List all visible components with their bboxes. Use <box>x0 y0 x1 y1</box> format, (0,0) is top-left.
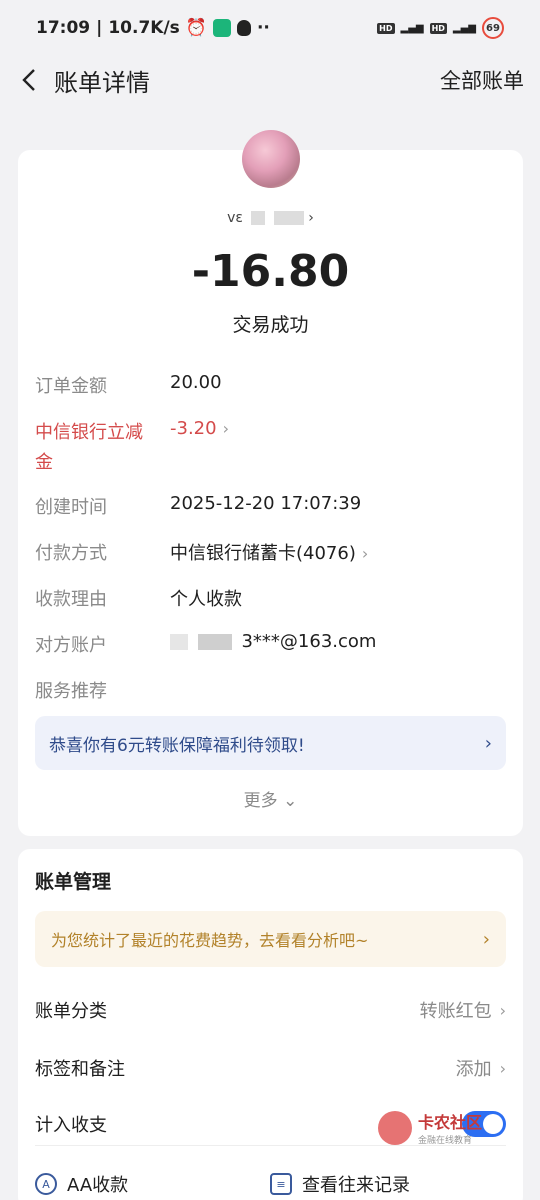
chevron-right-icon: › <box>222 419 229 438</box>
shield-icon <box>212 19 231 37</box>
detail-value: 20.00 <box>170 372 222 393</box>
detail-label: 创建时间 <box>35 497 107 518</box>
back-button[interactable] <box>16 66 44 94</box>
bottom-actions: A AA收款 ≡ 查看往来记录 <box>35 1171 506 1197</box>
chevron-down-icon: ⌄ <box>283 791 298 811</box>
counterparty-value: 3***@163.com <box>241 631 377 652</box>
aa-collect-button[interactable]: A AA收款 <box>35 1171 270 1197</box>
watermark: 卡农社区 金融在线教育 <box>378 1109 482 1146</box>
detail-label: 对方账户 <box>35 635 107 656</box>
chevron-right-icon: › <box>484 732 492 754</box>
row-label: 计入收支 <box>35 1115 107 1136</box>
detail-label: 订单金额 <box>35 376 107 397</box>
action-label: 查看往来记录 <box>302 1175 410 1196</box>
transaction-card: vε › -16.80 交易成功 订单金额 20.00 中信银行立减金 -3.2… <box>18 130 523 836</box>
detail-value: 3***@163.com <box>170 631 376 652</box>
detail-label: 收款理由 <box>35 589 107 610</box>
payee-avatar[interactable] <box>242 130 300 188</box>
signal-icon: ▂▄▆ <box>400 22 424 34</box>
tags-notes-row[interactable]: 标签和备注 添加 › <box>35 1055 506 1081</box>
status-bar: 17:09 | 10.7K/s ⏰ ·· HD ▂▄▆ HD ▂▄▆ 69 <box>0 0 540 56</box>
promo-banner[interactable]: 恭喜你有6元转账保障福利待领取! › <box>35 716 506 770</box>
all-bills-link[interactable]: 全部账单 <box>440 65 524 95</box>
qq-icon <box>236 20 251 36</box>
detail-label: 服务推荐 <box>35 681 107 702</box>
divider <box>35 1145 506 1146</box>
status-separator: | <box>96 18 103 38</box>
watermark-title: 卡农社区 <box>418 1113 483 1132</box>
detail-value: -3.20 › <box>170 418 229 439</box>
masked-account <box>170 634 188 650</box>
tip-text: 为您统计了最近的花费趋势，去看看分析吧~ <box>51 931 369 950</box>
detail-value: 2025-12-20 17:07:39 <box>170 493 362 514</box>
detail-value: 中信银行储蓄卡(4076) › <box>170 539 368 565</box>
masked-name-2 <box>273 211 304 225</box>
transaction-status: 交易成功 <box>232 314 309 336</box>
status-time: 17:09 <box>36 18 91 38</box>
masked-name <box>251 211 266 225</box>
back-arrow-icon <box>22 69 35 91</box>
promo-text: 恭喜你有6元转账保障福利待领取! <box>49 735 305 756</box>
row-value: 添加 <box>455 1059 492 1080</box>
detail-value: 个人收款 <box>170 589 242 610</box>
detail-label: 付款方式 <box>35 543 107 564</box>
row-label: 标签和备注 <box>35 1059 125 1080</box>
chevron-right-icon: › <box>482 928 490 950</box>
spending-tip-banner[interactable]: 为您统计了最近的花费趋势，去看看分析吧~ › <box>35 911 506 967</box>
payment-method-value: 中信银行储蓄卡(4076) <box>170 543 356 564</box>
alarm-icon: ⏰ <box>185 18 207 38</box>
detail-label: 中信银行立减金 <box>35 422 143 473</box>
amount: -16.80 <box>191 246 350 297</box>
watermark-logo-icon <box>378 1110 412 1145</box>
management-card: 账单管理 为您统计了最近的花费趋势，去看看分析吧~ › 账单分类 转账红包 › … <box>18 849 523 1200</box>
page-title: 账单详情 <box>54 68 150 97</box>
chevron-right-icon: › <box>499 1058 506 1078</box>
management-title: 账单管理 <box>35 871 112 893</box>
chevron-right-icon: › <box>308 210 314 226</box>
battery-icon: 69 <box>482 17 504 39</box>
masked-account-2 <box>197 634 232 650</box>
action-label: AA收款 <box>67 1175 129 1196</box>
view-records-button[interactable]: ≡ 查看往来记录 <box>270 1171 505 1197</box>
category-row[interactable]: 账单分类 转账红包 › <box>35 997 506 1023</box>
row-label: 账单分类 <box>35 1001 107 1022</box>
hd-icon: HD <box>377 22 395 34</box>
row-value: 转账红包 <box>419 1001 492 1022</box>
hd-icon-2: HD <box>429 22 447 34</box>
aa-icon: A <box>35 1173 57 1195</box>
signal-icon-2: ▂▄▆ <box>452 22 476 34</box>
records-icon: ≡ <box>270 1173 292 1195</box>
more-label: 更多 <box>243 791 278 811</box>
more-dots-icon: ·· <box>256 18 270 38</box>
status-left: 17:09 | 10.7K/s ⏰ ·· <box>36 18 270 38</box>
status-speed: 10.7K/s <box>108 18 180 38</box>
chevron-right-icon: › <box>361 544 369 563</box>
more-button[interactable]: 更多 ⌄ <box>18 786 523 811</box>
nav-bar: 账单详情 全部账单 <box>0 56 540 104</box>
payee-prefix: vε <box>227 210 243 226</box>
chevron-right-icon: › <box>499 1000 506 1020</box>
watermark-text: 卡农社区 金融在线教育 <box>418 1109 482 1146</box>
payee-name[interactable]: vε › <box>18 210 523 226</box>
discount-value: -3.20 <box>170 418 217 439</box>
status-right: HD ▂▄▆ HD ▂▄▆ 69 <box>377 17 504 39</box>
